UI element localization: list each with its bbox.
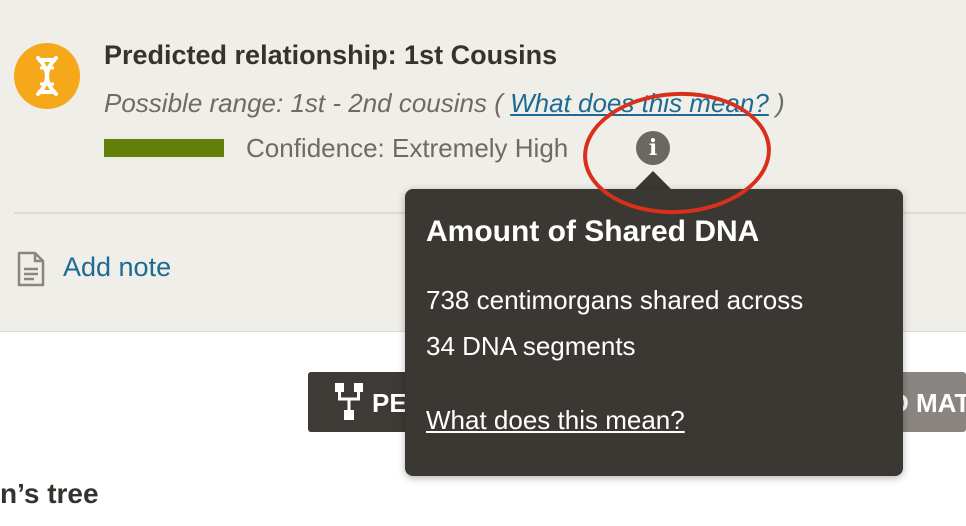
tooltip-title: Amount of Shared DNA <box>426 215 760 248</box>
tooltip-segments: 34 DNA segments <box>426 331 636 361</box>
pedigree-button-label: PE <box>372 388 407 418</box>
range-prefix: Possible range: 1st - 2nd cousins ( <box>104 88 503 118</box>
predicted-relationship: Predicted relationship: 1st Cousins <box>104 40 558 70</box>
range-suffix: ) <box>776 88 785 118</box>
confidence-bar <box>104 139 224 157</box>
range-help-link[interactable]: What does this mean? <box>510 88 769 118</box>
tooltip-help-link[interactable]: What does this mean? <box>426 405 685 436</box>
pedigree-icon <box>335 383 363 420</box>
add-note-link[interactable]: Add note <box>63 252 171 283</box>
info-icon[interactable]: i <box>636 131 670 165</box>
tooltip-centimorgans: 738 centimorgans shared across <box>426 285 804 315</box>
dna-icon <box>14 43 80 109</box>
confidence-label: Confidence: Extremely High <box>246 133 569 163</box>
tooltip-arrow <box>634 171 672 190</box>
possible-range: Possible range: 1st - 2nd cousins ( What… <box>104 88 785 119</box>
shared-dna-tooltip: Amount of Shared DNA 738 centimorgans sh… <box>405 189 903 476</box>
tree-heading: n’s tree <box>0 478 99 509</box>
document-icon[interactable] <box>16 251 46 292</box>
